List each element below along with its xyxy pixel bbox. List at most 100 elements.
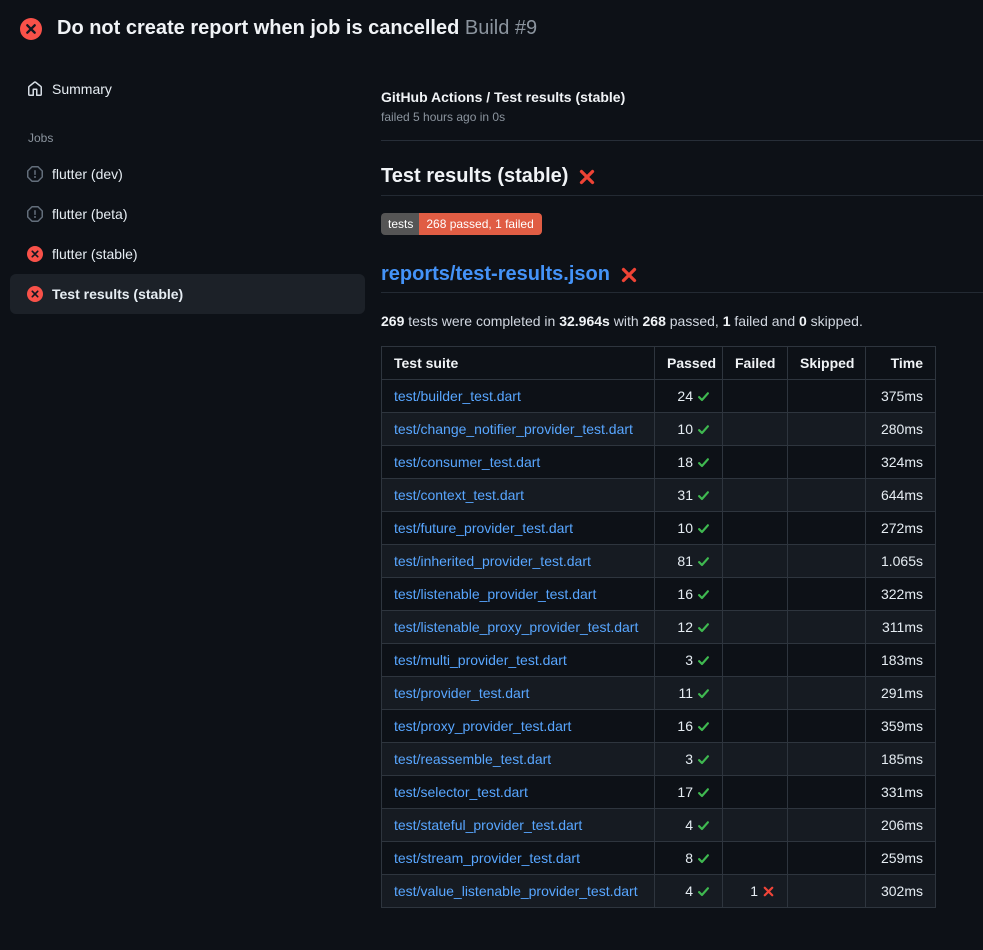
count: 4 (685, 883, 693, 899)
count: 8 (685, 850, 693, 866)
column-header: Passed (655, 347, 723, 380)
skipped-cell (788, 413, 866, 446)
x-circle-icon (27, 246, 43, 262)
time-cell: 302ms (866, 875, 936, 908)
time-cell: 644ms (866, 479, 936, 512)
summary-label: Summary (52, 81, 112, 97)
passed-cell: 16 (655, 578, 723, 611)
column-header: Test suite (382, 347, 655, 380)
jobs-list: flutter (dev)flutter (beta)flutter (stab… (10, 154, 365, 314)
test-suite-link[interactable]: test/inherited_provider_test.dart (394, 553, 591, 569)
summary-number: 0 (799, 313, 807, 329)
jobs-section-label: Jobs (28, 131, 365, 145)
table-row: test/provider_test.dart 11 291ms (382, 677, 936, 710)
failed-cell (723, 578, 788, 611)
time-cell: 183ms (866, 644, 936, 677)
passed-cell-value: 10 (677, 421, 710, 437)
count: 1 (750, 883, 758, 899)
summary-text: tests were completed in (404, 313, 559, 329)
time-cell: 272ms (866, 512, 936, 545)
count: 3 (685, 751, 693, 767)
skipped-cell (788, 677, 866, 710)
suite-cell: test/value_listenable_provider_test.dart (382, 875, 655, 908)
count: 24 (677, 388, 693, 404)
count: 10 (677, 520, 693, 536)
test-suite-link[interactable]: test/consumer_test.dart (394, 454, 540, 470)
suite-cell: test/selector_test.dart (382, 776, 655, 809)
passed-cell-value: 31 (677, 487, 710, 503)
test-suite-link[interactable]: test/builder_test.dart (394, 388, 521, 404)
test-suite-link[interactable]: test/provider_test.dart (394, 685, 529, 701)
test-suite-link[interactable]: test/reassemble_test.dart (394, 751, 551, 767)
sidebar-item-job[interactable]: Test results (stable) (10, 274, 365, 314)
check-icon (697, 621, 710, 634)
test-results-table: Test suitePassedFailedSkippedTime test/b… (381, 346, 936, 908)
x-icon (762, 885, 775, 898)
table-row: test/proxy_provider_test.dart16359ms (382, 710, 936, 743)
skipped-cell (788, 644, 866, 677)
run-title: Do not create report when job is cancell… (57, 17, 537, 40)
summary-text: with (610, 313, 643, 329)
test-suite-link[interactable]: test/proxy_provider_test.dart (394, 718, 571, 734)
count: 18 (677, 454, 693, 470)
test-suite-link[interactable]: test/change_notifier_provider_test.dart (394, 421, 633, 437)
home-icon (27, 81, 43, 97)
skipped-cell (788, 446, 866, 479)
test-suite-link[interactable]: test/stream_provider_test.dart (394, 850, 580, 866)
test-suite-link[interactable]: test/future_provider_test.dart (394, 520, 573, 536)
passed-cell-value: 18 (677, 454, 710, 470)
time-cell: 185ms (866, 743, 936, 776)
test-suite-link[interactable]: test/listenable_provider_test.dart (394, 586, 596, 602)
time-cell: 259ms (866, 842, 936, 875)
passed-cell: 10 (655, 413, 723, 446)
sidebar-item-job[interactable]: flutter (stable) (10, 234, 365, 274)
time-cell: 291ms (866, 677, 936, 710)
skipped-cell (788, 380, 866, 413)
section-title-text: Test results (stable) (381, 165, 568, 188)
check-icon (697, 423, 710, 436)
failed-cell (723, 776, 788, 809)
test-suite-link[interactable]: test/selector_test.dart (394, 784, 528, 800)
time-cell: 359ms (866, 710, 936, 743)
time-cell: 322ms (866, 578, 936, 611)
check-icon (697, 687, 710, 700)
passed-cell-value: 8 (685, 850, 710, 866)
table-row: test/multi_provider_test.dart 3 183ms (382, 644, 936, 677)
test-suite-link[interactable]: test/context_test.dart (394, 487, 524, 503)
passed-cell: 81 (655, 545, 723, 578)
stop-icon (27, 206, 43, 222)
table-row: test/builder_test.dart24375ms (382, 380, 936, 413)
failed-cell (723, 446, 788, 479)
summary-number: 268 (643, 313, 666, 329)
skipped-cell (788, 776, 866, 809)
failed-cell (723, 380, 788, 413)
failed-cell (723, 743, 788, 776)
report-file-link[interactable]: reports/test-results.json (381, 263, 610, 286)
passed-cell: 11 (655, 677, 723, 710)
failed-cell (723, 809, 788, 842)
table-row: test/reassemble_test.dart 3 185ms (382, 743, 936, 776)
column-header: Time (866, 347, 936, 380)
count: 31 (677, 487, 693, 503)
sidebar-item-summary[interactable]: Summary (10, 71, 365, 107)
skipped-cell (788, 875, 866, 908)
passed-cell: 3 (655, 644, 723, 677)
check-icon (697, 786, 710, 799)
test-suite-link[interactable]: test/multi_provider_test.dart (394, 652, 567, 668)
table-row: test/inherited_provider_test.dart811.065… (382, 545, 936, 578)
test-suite-link[interactable]: test/stateful_provider_test.dart (394, 817, 582, 833)
sidebar-item-job[interactable]: flutter (beta) (10, 194, 365, 234)
table-row: test/stateful_provider_test.dart4206ms (382, 809, 936, 842)
summary-text: failed and (731, 313, 800, 329)
count: 10 (677, 421, 693, 437)
summary-number: 1 (723, 313, 731, 329)
summary-number: 32.964s (559, 313, 610, 329)
test-suite-link[interactable]: test/value_listenable_provider_test.dart (394, 883, 638, 899)
time-cell: 311ms (866, 611, 936, 644)
suite-cell: test/inherited_provider_test.dart (382, 545, 655, 578)
test-suite-link[interactable]: test/listenable_proxy_provider_test.dart (394, 619, 638, 635)
sidebar-item-job[interactable]: flutter (dev) (10, 154, 365, 194)
table-row: test/listenable_provider_test.dart 16 322m… (382, 578, 936, 611)
failed-cell (723, 644, 788, 677)
passed-cell: 10 (655, 512, 723, 545)
